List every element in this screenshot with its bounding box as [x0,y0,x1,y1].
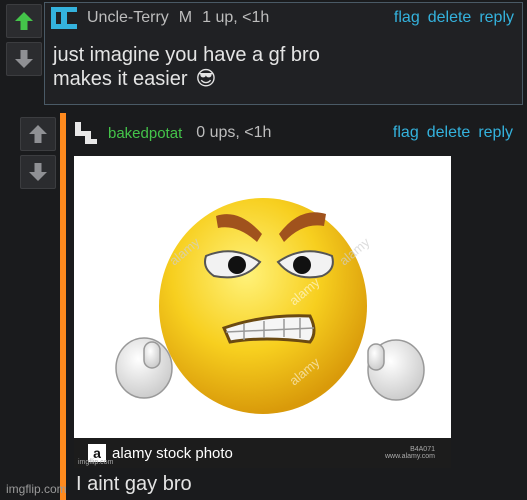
stock-ids: B4A071 www.alamy.com [385,446,435,460]
comment-meta: Uncle-Terry M 1 up, <1h flag delete repl… [45,3,522,33]
reply-link[interactable]: reply [479,9,514,27]
stock-caption: alamy stock photo [112,444,233,462]
sunglasses-emoji-icon: 😎 [195,68,217,90]
left-glove-icon [115,337,173,399]
comment-image[interactable]: alamy alamy alamy alamy a alamy stock ph… [74,156,451,468]
reply-link[interactable]: reply [478,124,513,142]
flag-link[interactable]: flag [393,124,419,142]
site-watermark: imgflip.com [6,482,67,496]
comment-line-text: makes it easier [53,68,188,90]
points-age: 1 up, <1h [202,9,270,26]
comment-thread: { "comment1": { "username": "Uncle-Terry… [0,0,527,500]
downvote-button[interactable] [6,42,42,76]
up-arrow-icon [29,125,47,143]
username-link[interactable]: bakedpotat [108,125,182,142]
username-link[interactable]: Uncle-Terry [87,9,169,27]
comment-body: I aint gay bro [76,473,192,495]
user-avatar-icon[interactable] [72,120,98,146]
up-arrow-icon [15,12,33,30]
downvote-button[interactable] [20,155,56,189]
stock-photo-strip: a alamy stock photo B4A071 www.alamy.com… [74,438,451,468]
comment-body: just imagine you have a gf bro makes it … [45,33,522,91]
delete-link[interactable]: delete [427,124,471,142]
points-age: 0 ups, <1h [196,124,272,141]
comment-actions: flag delete reply [394,9,514,27]
upvote-button[interactable] [6,4,42,38]
comment-line: makes it easier 😎 [53,67,522,91]
comment-line: just imagine you have a gf bro [53,44,320,66]
comment-actions: flag delete reply [393,124,513,142]
upvote-button[interactable] [20,117,56,151]
reply-indent-bar [60,113,66,500]
angry-emoji-image: alamy alamy alamy alamy [115,198,425,414]
image-attribution: imgflip.com [78,459,114,466]
down-arrow-icon [15,50,33,68]
comment-meta: bakedpotat 0 ups, <1h flag delete reply [72,118,523,148]
vote-column [6,4,42,76]
stock-id: B4A071 [410,446,435,453]
mod-badge: M [178,9,193,26]
stock-url: www.alamy.com [384,453,435,460]
user-avatar-icon[interactable] [51,5,77,31]
flag-link[interactable]: flag [394,9,420,27]
down-arrow-icon [29,163,47,181]
right-glove-icon [367,339,425,401]
delete-link[interactable]: delete [428,9,472,27]
vote-column [20,117,56,189]
comment-card: Uncle-Terry M 1 up, <1h flag delete repl… [44,2,523,105]
